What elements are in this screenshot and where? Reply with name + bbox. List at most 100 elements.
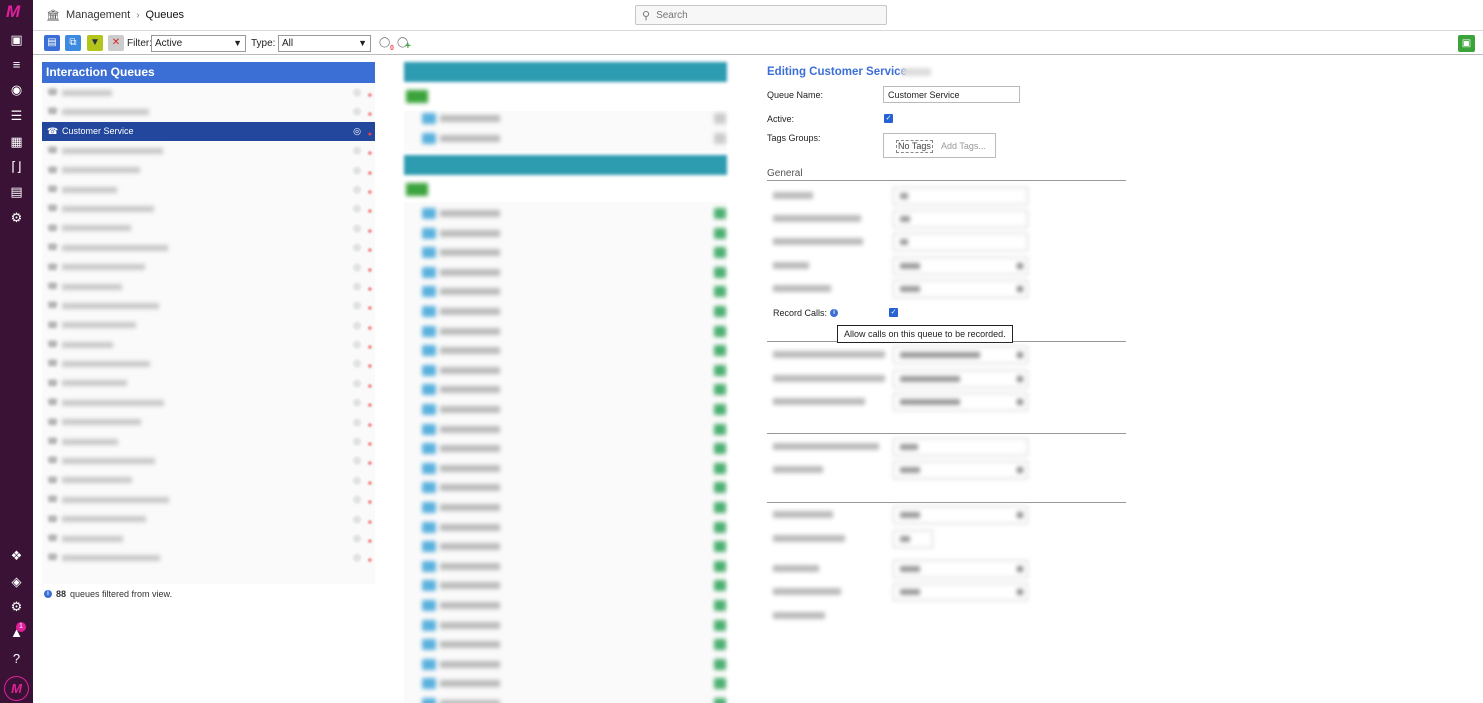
tag-icon[interactable]: ◎ xyxy=(353,354,361,373)
tag-icon[interactable]: ◎ xyxy=(353,199,361,218)
blurred-field[interactable] xyxy=(773,530,1025,548)
tag-icon[interactable]: ◎ xyxy=(353,510,361,529)
tag-icon[interactable]: ◎ xyxy=(353,122,361,141)
blurred-field[interactable] xyxy=(773,461,1028,479)
tag-icon[interactable]: ◎ xyxy=(353,277,361,296)
sliders-icon[interactable]: ≡ xyxy=(8,56,25,73)
filter-button[interactable]: ▼ xyxy=(87,35,103,51)
blurred-member-row[interactable] xyxy=(410,109,726,128)
blurred-field[interactable] xyxy=(773,393,1028,411)
queue-item-selected[interactable]: ☎ Customer Service ◎ ● xyxy=(42,121,375,142)
blurred-member-row[interactable] xyxy=(410,557,726,576)
copy-queue-button[interactable]: ⧉ xyxy=(65,35,81,51)
queue-item[interactable]: ☎ ◎ ● xyxy=(42,102,375,121)
tag-icon[interactable]: ◎ xyxy=(353,83,361,102)
queue-item[interactable]: ☎ ◎ ● xyxy=(42,393,375,412)
palette-icon[interactable]: ◉ xyxy=(8,81,25,98)
queue-item[interactable]: ☎ ◎ ● xyxy=(42,83,375,102)
blurred-field[interactable] xyxy=(773,346,1028,364)
blurred-member-row[interactable] xyxy=(410,616,726,635)
blurred-member-row[interactable] xyxy=(410,129,726,148)
blurred-field[interactable] xyxy=(773,607,1025,625)
queue-item[interactable]: ☎ ◎ ● xyxy=(42,451,375,470)
blurred-member-row[interactable] xyxy=(410,439,726,458)
blurred-member-row[interactable] xyxy=(410,282,726,301)
queue-item[interactable]: ☎ ◎ ● xyxy=(42,141,375,160)
tag-icon[interactable]: ◎ xyxy=(353,374,361,393)
help-icon[interactable]: ? xyxy=(8,650,25,667)
tag-icon[interactable]: ◎ xyxy=(353,238,361,257)
globe-icon[interactable]: ◈ xyxy=(8,573,25,590)
active-checkbox[interactable]: ✓ xyxy=(884,114,893,123)
blurred-member-row[interactable] xyxy=(410,518,726,537)
blurred-member-row[interactable] xyxy=(410,674,726,693)
database-icon[interactable]: ☰ xyxy=(8,107,25,124)
queue-item[interactable]: ☎ ◎ ● xyxy=(42,161,375,180)
queue-item[interactable]: ☎ ◎ ● xyxy=(42,374,375,393)
blurred-field[interactable] xyxy=(773,560,1028,578)
queue-item[interactable]: ☎ ◎ ● xyxy=(42,199,375,218)
filter-select[interactable]: Active ▼ xyxy=(151,35,246,52)
tag-icon[interactable]: ◎ xyxy=(353,296,361,315)
brand-logo[interactable]: M xyxy=(6,3,28,20)
queue-name-input[interactable] xyxy=(883,86,1020,103)
tag-icon[interactable]: ◎ xyxy=(353,451,361,470)
queue-item[interactable]: ☎ ◎ ● xyxy=(42,277,375,296)
tag-icon[interactable]: ◎ xyxy=(353,432,361,451)
blurred-member-row[interactable] xyxy=(410,243,726,262)
new-queue-button[interactable]: ▤ xyxy=(44,35,60,51)
waveform-icon[interactable]: ⌈⌋ xyxy=(8,158,25,175)
blurred-member-row[interactable] xyxy=(410,322,726,341)
search-input[interactable] xyxy=(656,9,857,21)
blurred-member-row[interactable] xyxy=(410,694,726,703)
blurred-member-row[interactable] xyxy=(410,341,726,360)
queue-item[interactable]: ☎ ◎ ● xyxy=(42,296,375,315)
blurred-add-button[interactable] xyxy=(406,90,428,103)
tag-icon[interactable]: ◯ xyxy=(379,37,390,48)
tag-icon[interactable]: ◎ xyxy=(353,471,361,490)
blurred-field[interactable] xyxy=(773,370,1028,388)
queue-item[interactable]: ☎ ◎ ● xyxy=(42,529,375,548)
tag-icon[interactable]: ◎ xyxy=(353,180,361,199)
blurred-member-row[interactable] xyxy=(410,478,726,497)
tag-icon[interactable]: ◎ xyxy=(353,335,361,354)
cogs-icon[interactable]: ⚙ xyxy=(8,209,25,226)
queue-item[interactable]: ☎ ◎ ● xyxy=(42,335,375,354)
blurred-member-row[interactable] xyxy=(410,459,726,478)
blurred-field[interactable] xyxy=(773,438,1028,456)
blurred-member-row[interactable] xyxy=(410,576,726,595)
queue-item[interactable]: ☎ ◎ ● xyxy=(42,413,375,432)
briefcase-icon[interactable]: ▣ xyxy=(8,31,25,48)
blurred-member-row[interactable] xyxy=(410,498,726,517)
user-avatar[interactable]: M xyxy=(4,676,29,701)
tag-icon[interactable]: ◎ xyxy=(353,102,361,121)
queue-item[interactable]: ☎ ◎ ● xyxy=(42,471,375,490)
blurred-member-row[interactable] xyxy=(410,380,726,399)
tag-icon[interactable]: ◎ xyxy=(353,413,361,432)
record-calls-checkbox[interactable]: ✓ xyxy=(889,308,898,317)
gear-icon[interactable]: ⚙ xyxy=(8,598,25,615)
blurred-field[interactable] xyxy=(773,257,1028,275)
blurred-field[interactable] xyxy=(773,583,1028,601)
clear-filter-button[interactable]: ✕ xyxy=(108,35,124,51)
blurred-member-row[interactable] xyxy=(410,420,726,439)
blurred-add-button[interactable] xyxy=(406,183,428,196)
building-icon[interactable]: ▦ xyxy=(8,133,25,150)
blurred-member-row[interactable] xyxy=(410,596,726,615)
document-icon[interactable]: ▤ xyxy=(8,183,25,200)
queue-item[interactable]: ☎ ◎ ● xyxy=(42,238,375,257)
queue-item[interactable]: ☎ ◎ ● xyxy=(42,548,375,567)
queue-item[interactable]: ☎ ◎ ● xyxy=(42,432,375,451)
blurred-field[interactable] xyxy=(773,233,1028,251)
tag-icon[interactable]: ◎ xyxy=(353,548,361,567)
queue-item[interactable]: ☎ ◎ ● xyxy=(42,490,375,509)
blurred-member-row[interactable] xyxy=(410,302,726,321)
tag-icon[interactable]: ◎ xyxy=(353,316,361,335)
queue-item[interactable]: ☎ ◎ ● xyxy=(42,316,375,335)
breadcrumb-management[interactable]: Management xyxy=(66,9,130,21)
tag-icon[interactable]: ◎ xyxy=(353,219,361,238)
blurred-member-row[interactable] xyxy=(410,635,726,654)
blurred-member-row[interactable] xyxy=(410,361,726,380)
save-button[interactable]: ▣ xyxy=(1458,35,1475,52)
tag-icon[interactable]: ◎ xyxy=(353,141,361,160)
